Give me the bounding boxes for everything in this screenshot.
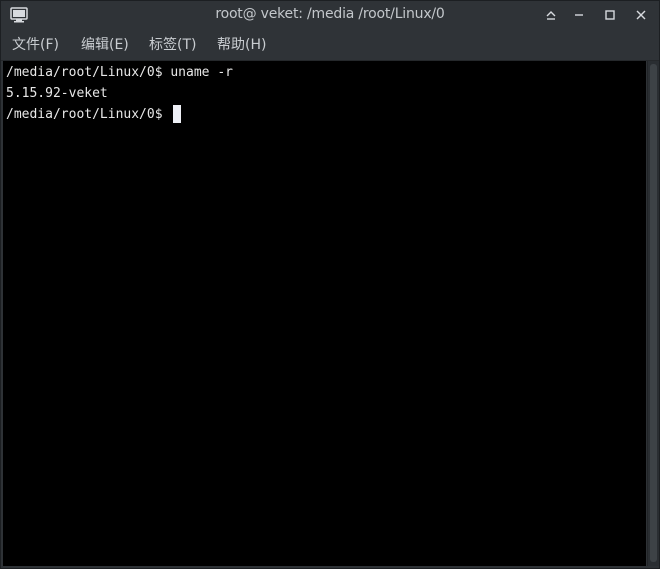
menu-tabs[interactable]: 标签(T) — [149, 35, 196, 55]
close-icon — [636, 10, 646, 20]
text-cursor — [173, 105, 181, 123]
shade-button[interactable] — [542, 6, 560, 24]
minimize-icon — [575, 14, 583, 16]
menu-file[interactable]: 文件(F) — [12, 35, 59, 55]
close-button[interactable] — [632, 6, 650, 24]
vertical-scrollbar[interactable] — [647, 61, 659, 566]
scrollbar-thumb[interactable] — [650, 64, 657, 562]
terminal-output[interactable]: /media/root/Linux/0$ uname -r 5.15.92-ve… — [3, 61, 646, 566]
maximize-button[interactable] — [601, 6, 619, 24]
terminal-line-prompt: /media/root/Linux/0$ — [6, 107, 171, 122]
shade-icon — [546, 11, 556, 20]
title-bar[interactable]: root@ veket: /media /root/Linux/0 — [1, 1, 659, 30]
maximize-icon — [605, 10, 615, 20]
terminal-line-command: /media/root/Linux/0$ uname -r — [6, 65, 233, 80]
menu-bar: 文件(F) 编辑(E) 标签(T) 帮助(H) — [1, 30, 659, 61]
menu-help[interactable]: 帮助(H) — [217, 35, 266, 55]
window-title: root@ veket: /media /root/Linux/0 — [215, 6, 445, 22]
terminal-window: root@ veket: /media /root/Linux/0 文件(F) … — [0, 0, 660, 569]
menu-edit[interactable]: 编辑(E) — [81, 35, 129, 55]
minimize-button[interactable] — [570, 6, 588, 24]
terminal-line-output: 5.15.92-veket — [6, 86, 108, 101]
